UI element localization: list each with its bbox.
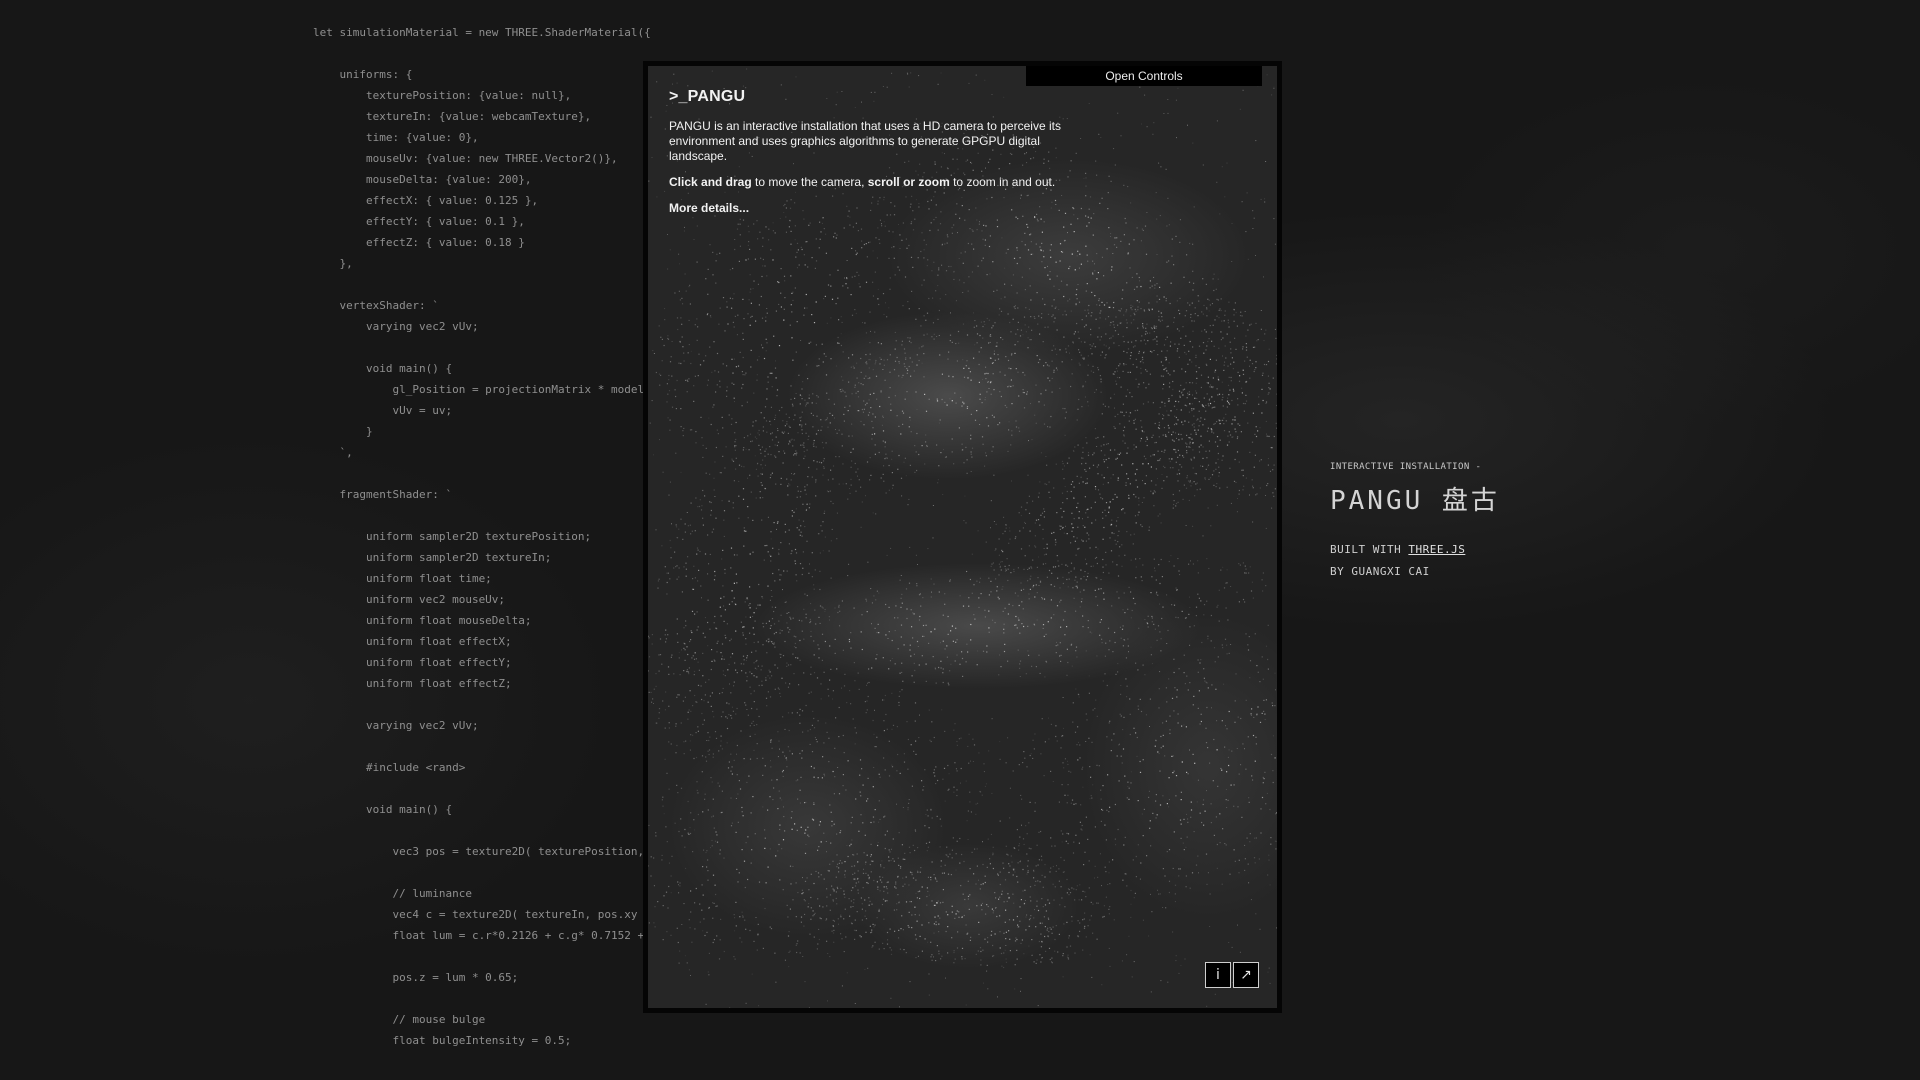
viewer-title: >_PANGU: [669, 88, 746, 105]
code-line: let simulationMaterial = new THREE.Shade…: [313, 26, 651, 39]
hint-zoom: scroll or zoom: [867, 175, 950, 189]
threejs-link[interactable]: THREE.JS: [1408, 543, 1465, 556]
open-controls-button[interactable]: Open Controls: [1026, 66, 1262, 86]
credits-author: BY GUANGXI CAI: [1330, 565, 1430, 578]
hint-mid: to move the camera,: [751, 175, 868, 189]
code-line: float bulgeIntensity = 0.5;: [313, 1034, 572, 1047]
hint-end: to zoom in and out.: [949, 175, 1056, 189]
info-button[interactable]: i: [1205, 962, 1231, 988]
info-panel: >_PANGU PANGU is an interactive installa…: [669, 88, 1069, 215]
fullscreen-button[interactable]: ↗: [1233, 962, 1259, 988]
more-details-link[interactable]: More details...: [669, 201, 1069, 215]
viewer-corner-buttons: i ↗: [1205, 962, 1259, 988]
credits-built-with: BUILT WITH THREE.JS: [1330, 543, 1500, 556]
credits-block: INTERACTIVE INSTALLATION - PANGU 盘古 BUIL…: [1330, 462, 1500, 578]
viewer-hint: Click and drag to move the camera, scrol…: [669, 175, 1069, 190]
credits-title: PANGU 盘古: [1330, 486, 1500, 516]
credits-eyebrow: INTERACTIVE INSTALLATION -: [1330, 462, 1482, 472]
built-prefix: BUILT WITH: [1330, 543, 1409, 556]
particle-viewer[interactable]: Open Controls >_PANGU PANGU is an intera…: [643, 61, 1282, 1013]
hint-drag: Click and drag: [669, 175, 752, 189]
viewer-description: PANGU is an interactive installation tha…: [669, 119, 1061, 163]
